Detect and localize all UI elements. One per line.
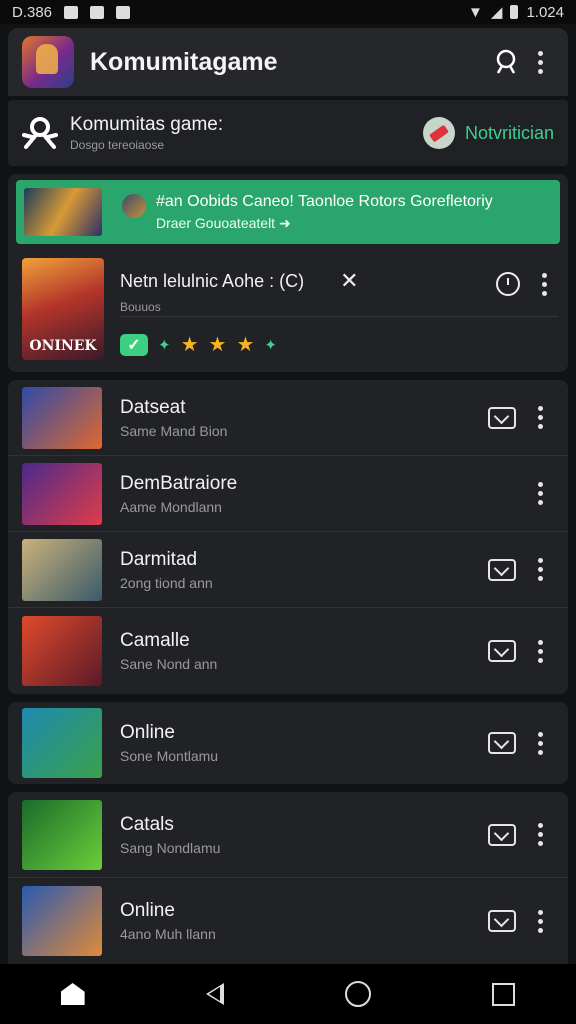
avatar: [122, 194, 146, 218]
recents-icon[interactable]: [492, 982, 516, 1006]
app-bar: Komumitagame: [8, 28, 568, 96]
download-icon[interactable]: [488, 732, 516, 754]
list-item[interactable]: DemBatraiore Aame Mondlann: [8, 456, 568, 532]
home-circle-icon[interactable]: [345, 981, 372, 1007]
banner-title: #an Oobids Caneo! Taonloe Rotors Gorefle…: [156, 192, 493, 210]
battery-icon: [510, 5, 519, 19]
notification-label: Notvritician: [464, 122, 554, 143]
item-more-button[interactable]: [526, 901, 554, 941]
featured-subtitle: Bouuos: [120, 300, 161, 314]
download-icon[interactable]: [488, 406, 516, 429]
game-subtitle: 4ano Muh llann: [120, 926, 216, 942]
game-thumbnail: [22, 708, 102, 778]
game-thumbnail: [22, 886, 102, 956]
image-icon: [116, 5, 131, 19]
signal-icon: ◢: [490, 4, 503, 21]
list-item[interactable]: Online Sone Montlamu: [8, 702, 568, 784]
check-icon[interactable]: ✓: [120, 333, 148, 356]
status-bar: D.386 ▼ ◢ 1.024: [0, 0, 576, 24]
game-list-group-1: Datseat Same Mand Bion DemBatraiore Aame M…: [8, 380, 568, 694]
status-battery-time: 1.024: [526, 3, 564, 21]
game-thumbnail: [22, 616, 102, 686]
download-icon[interactable]: [488, 823, 516, 846]
more-menu-button[interactable]: [526, 42, 554, 82]
game-title: Online: [120, 900, 175, 921]
home-icon[interactable]: [60, 983, 85, 1005]
game-thumbnail: [22, 386, 102, 449]
download-icon[interactable]: [488, 640, 516, 662]
game-title: Camalle: [120, 630, 190, 651]
star-icon: ★: [180, 334, 199, 356]
list-item[interactable]: Darmitad 2ong tiond ann: [8, 532, 568, 608]
game-subtitle: Aame Mondlann: [120, 498, 222, 515]
featured-game[interactable]: ONINEK Netn lelulnic Aohe : (C) ✕ Bouuos…: [22, 258, 558, 362]
game-subtitle: 2ong tiond ann: [120, 574, 213, 591]
game-subtitle: Same Mand Bion: [120, 422, 228, 439]
game-thumbnail: [22, 799, 102, 870]
item-more-button[interactable]: [526, 815, 554, 855]
rating-row: ✓ ✦ ★ ★ ★ ✦: [120, 332, 277, 357]
game-subtitle: Sang Nondlamu: [120, 839, 221, 856]
list-item[interactable]: Datseat Same Mand Bion: [8, 380, 568, 456]
game-title: Online: [120, 722, 175, 743]
star-icon: ★: [236, 334, 255, 356]
game-title: DemBatraiore: [120, 472, 238, 494]
game-title: Darmitad: [120, 548, 198, 570]
divider: [120, 316, 558, 317]
list-item[interactable]: Catals Sang Nondlamu: [8, 792, 568, 878]
download-icon[interactable]: [488, 910, 516, 932]
item-more-button[interactable]: [526, 631, 554, 671]
community-subtitle: Dosgo tereoiaose: [70, 138, 165, 152]
promo-banner[interactable]: #an Oobids Caneo! Taonloe Rotors Gorefle…: [16, 180, 560, 244]
notification-button[interactable]: Notvritician: [422, 117, 554, 149]
banner-thumbnail: [24, 188, 102, 236]
clock-icon[interactable]: [496, 272, 520, 296]
star-icon: ★: [208, 334, 227, 356]
featured-game-image: ONINEK: [22, 258, 104, 360]
featured-more-button[interactable]: [530, 264, 558, 304]
close-icon[interactable]: ✕: [340, 268, 358, 294]
item-more-button[interactable]: [526, 398, 554, 438]
community-icon: [22, 117, 58, 149]
wifi-icon: ▼: [468, 3, 483, 21]
item-more-button[interactable]: [526, 474, 554, 514]
system-nav-bar: [0, 964, 576, 1024]
community-title: Komumitas game:: [70, 114, 224, 135]
game-list-group-2: Online Sone Montlamu: [8, 702, 568, 784]
notification-icon: [422, 117, 455, 149]
status-time: D.386: [12, 3, 53, 21]
sparkle-icon: ✦: [158, 336, 171, 354]
community-header[interactable]: Komumitas game: Dosgo tereoiaose Notvrit…: [8, 100, 568, 166]
game-title: Catals: [120, 813, 174, 835]
game-subtitle: Sone Montlamu: [120, 748, 219, 764]
featured-title: Netn lelulnic Aohe : (C): [120, 270, 305, 291]
game-title: Datseat: [120, 396, 186, 418]
app-icon: [90, 5, 105, 19]
game-logo-icon: [22, 36, 74, 88]
list-item[interactable]: Online 4ano Muh llann: [8, 878, 568, 964]
back-icon[interactable]: [205, 983, 224, 1005]
game-subtitle: Sane Nond ann: [120, 656, 218, 672]
game-list-group-3: Catals Sang Nondlamu Online 4ano Muh llann: [8, 792, 568, 964]
item-more-button[interactable]: [526, 723, 554, 763]
featured-card: #an Oobids Caneo! Taonloe Rotors Gorefle…: [8, 174, 568, 372]
banner-subtitle[interactable]: Draer Gouoateatelt ➜: [156, 215, 552, 232]
list-item[interactable]: Camalle Sane Nond ann: [8, 608, 568, 694]
item-more-button[interactable]: [526, 550, 554, 590]
game-thumbnail: [22, 538, 102, 601]
notification-icon: [64, 5, 79, 19]
game-thumbnail: [22, 462, 102, 525]
search-button[interactable]: [486, 42, 526, 82]
featured-badge-text: ONINEK: [29, 338, 97, 354]
sparkle-icon: ✦: [264, 336, 277, 354]
app-title: Komumitagame: [90, 47, 278, 76]
search-icon: [496, 49, 516, 74]
download-icon[interactable]: [488, 558, 516, 581]
